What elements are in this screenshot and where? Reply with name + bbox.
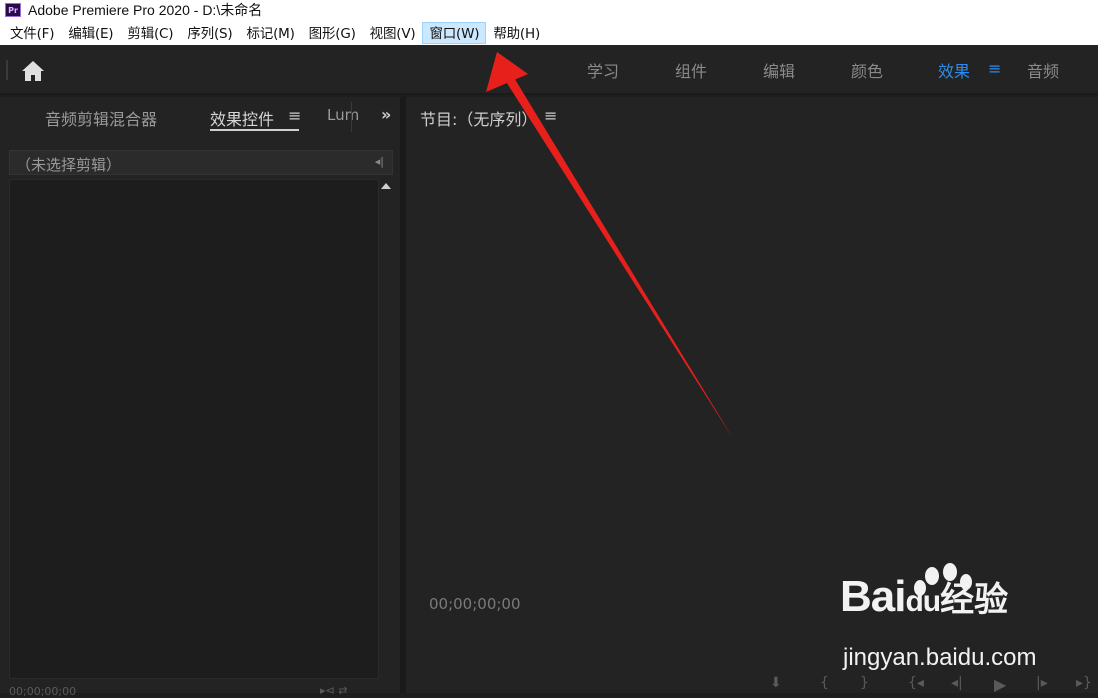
baidu-watermark: Baidu经验 <box>840 563 1008 622</box>
watermark-url: jingyan.baidu.com <box>843 644 1037 671</box>
watermark-brand: Bai <box>840 572 906 621</box>
paw-icon <box>914 563 972 596</box>
